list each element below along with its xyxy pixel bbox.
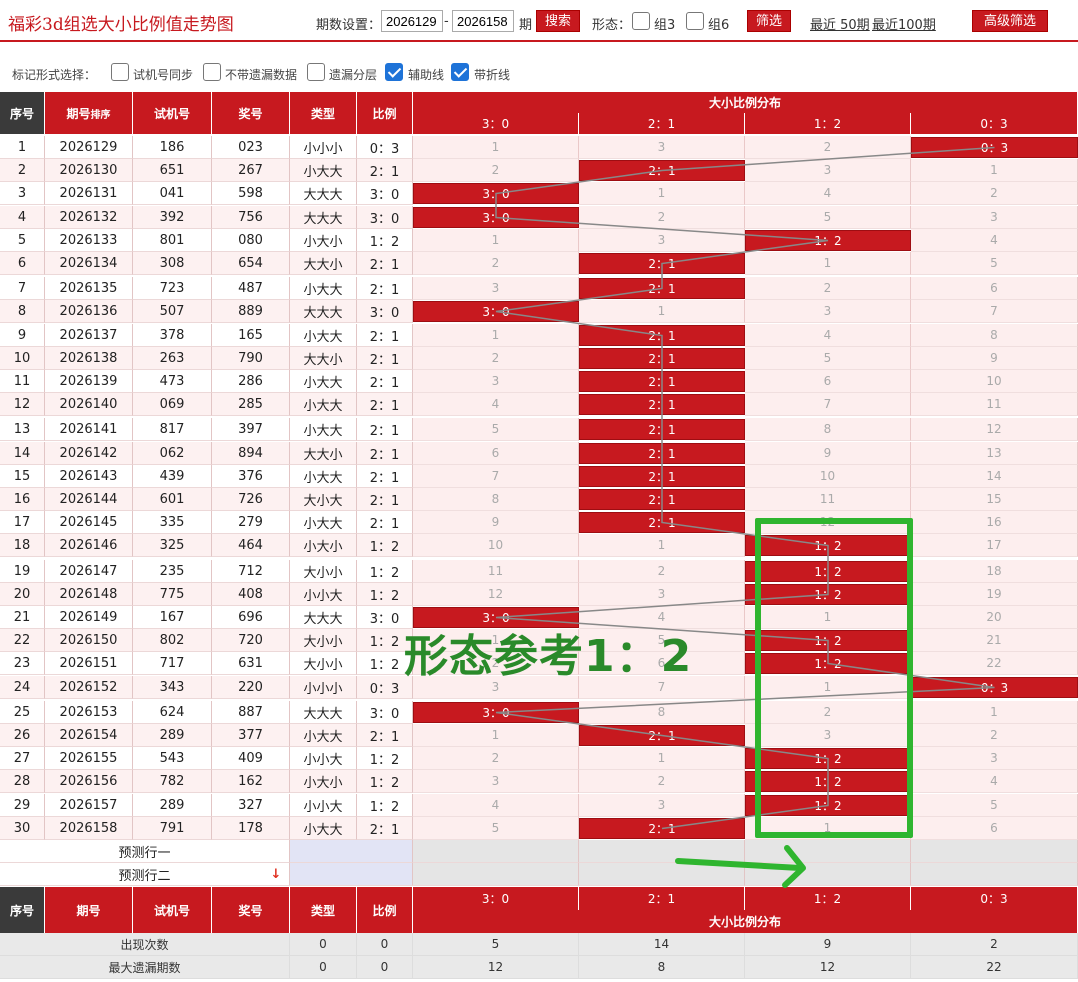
annotation-arrow-icon <box>675 845 806 888</box>
